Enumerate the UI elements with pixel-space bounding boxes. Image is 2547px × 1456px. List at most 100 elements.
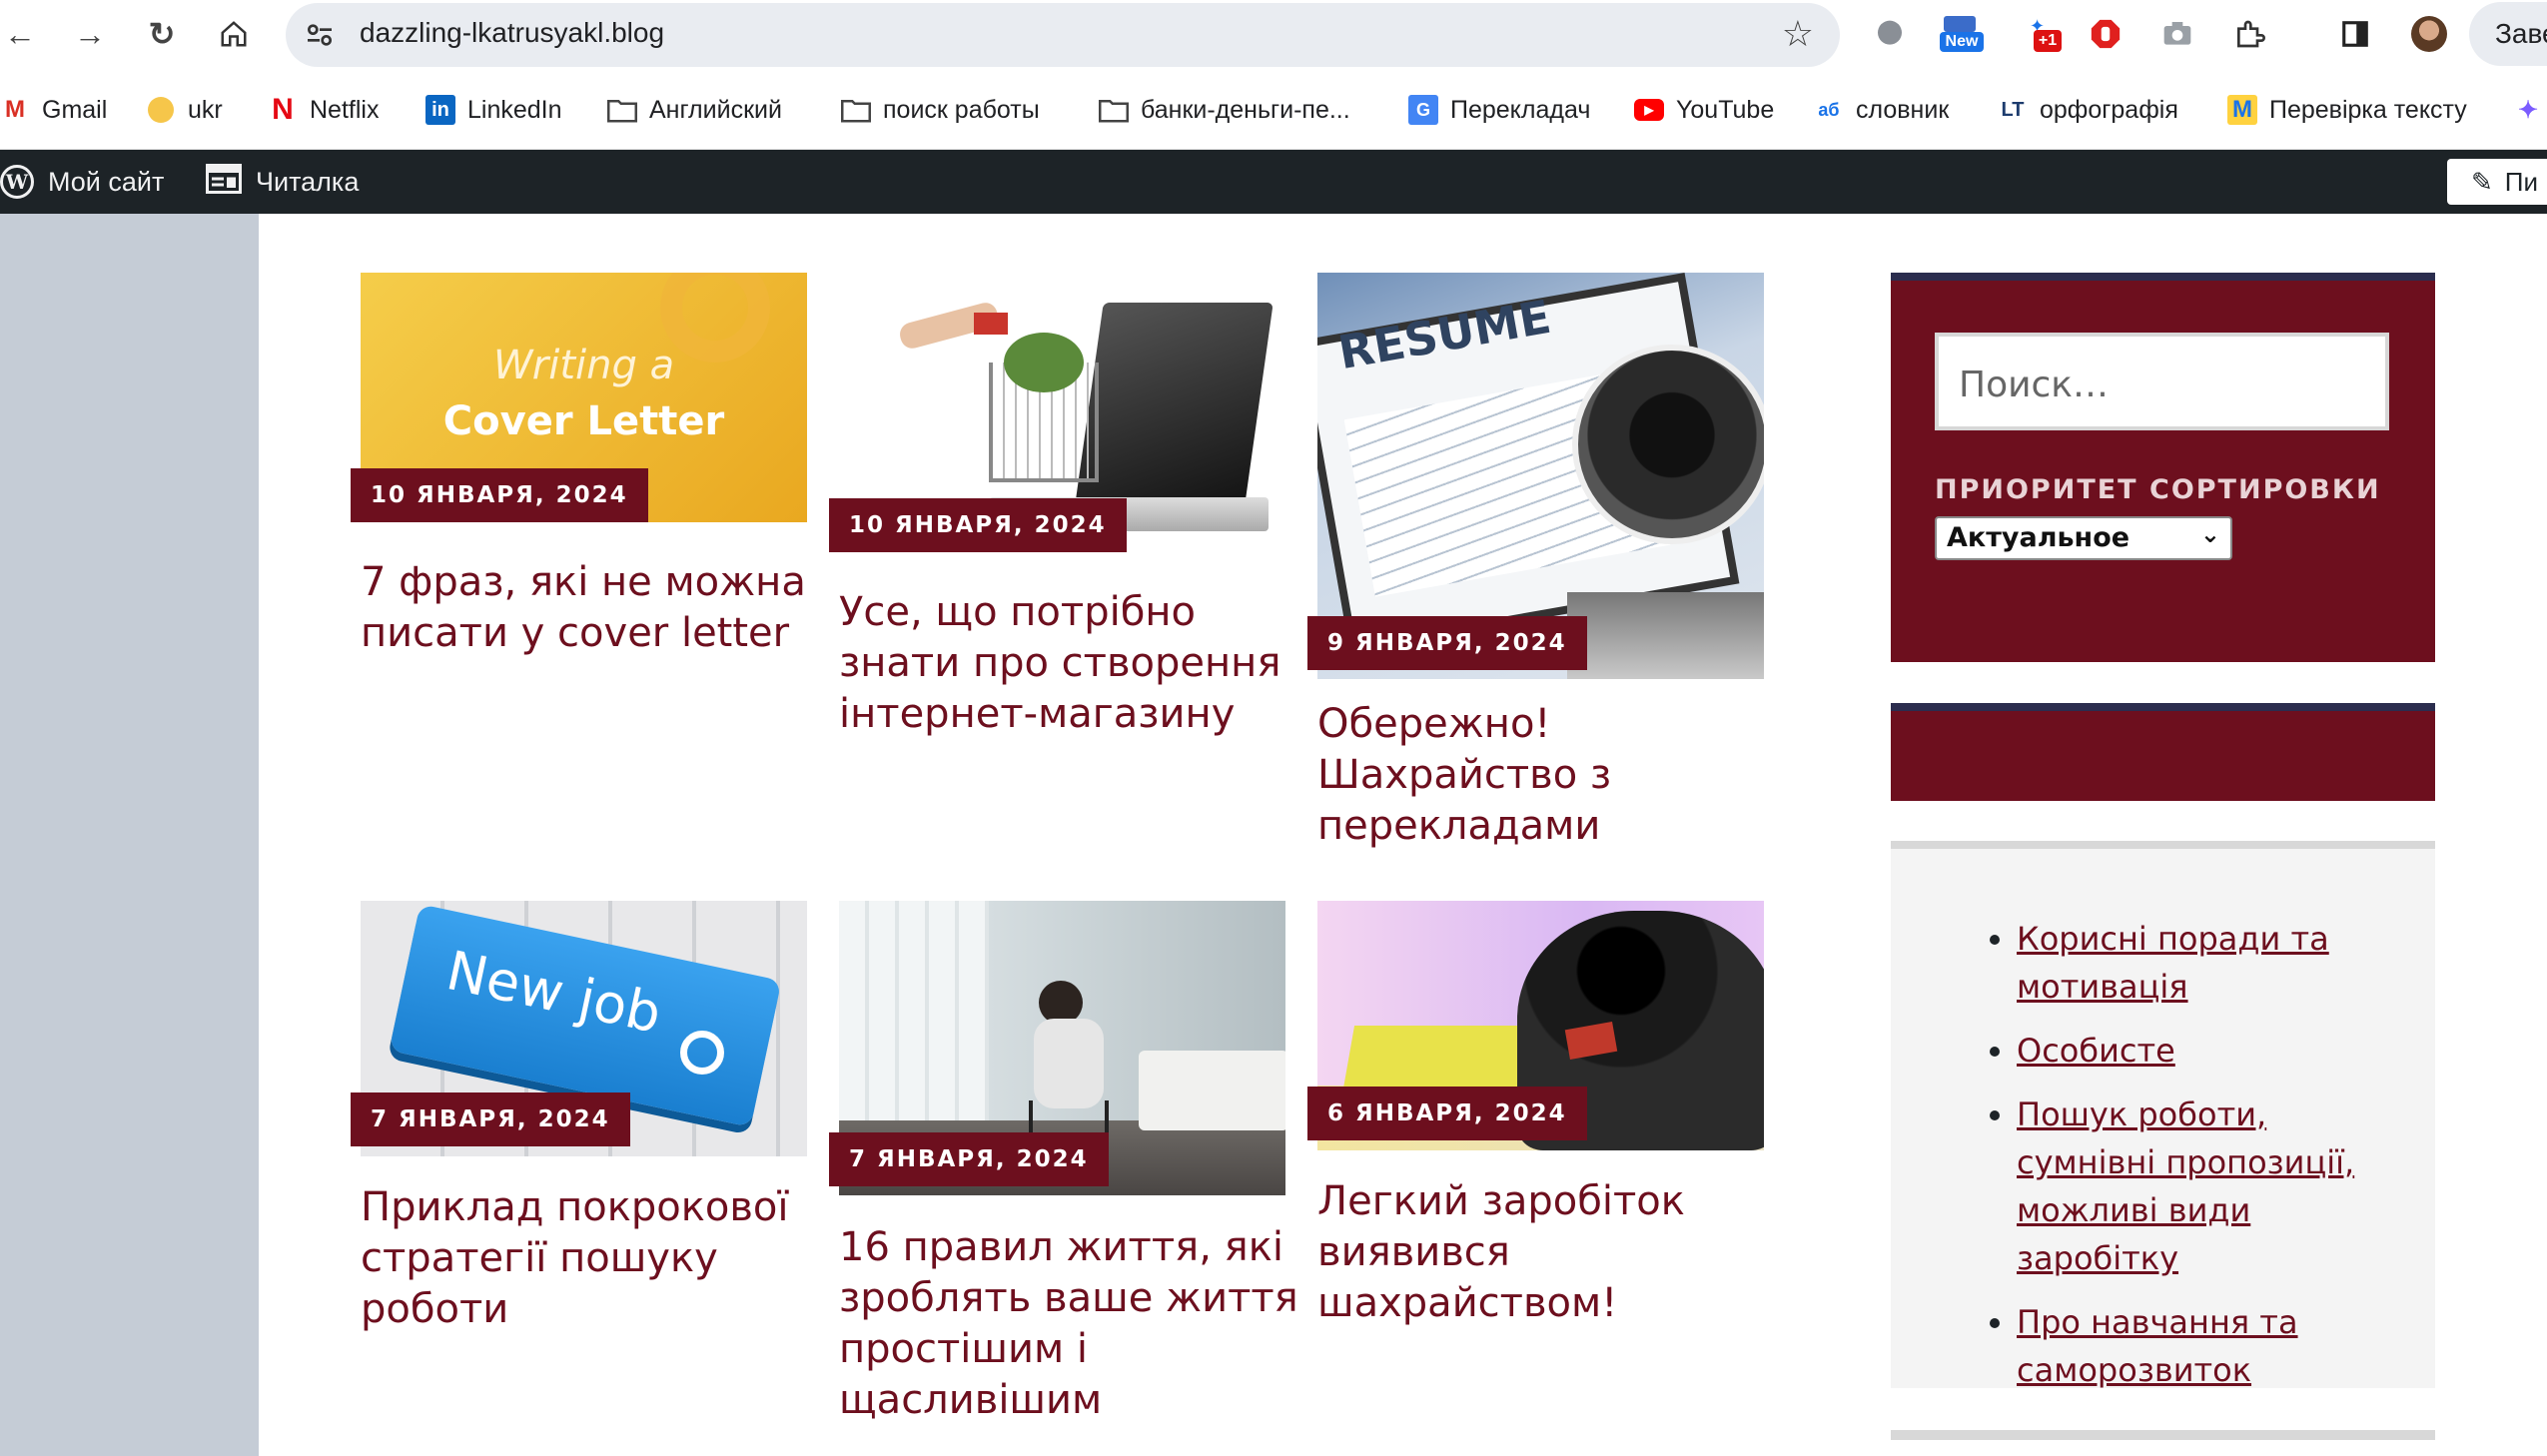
post-title[interactable]: 16 правил життя, які зроблять ваше життя… xyxy=(839,1222,1298,1426)
bookmark-label: поиск работы xyxy=(883,95,1040,124)
text-check-icon: M xyxy=(2227,95,2257,125)
ukr-icon xyxy=(146,95,176,125)
post-title[interactable]: Усе, що потрібно знати про створення інт… xyxy=(839,587,1298,740)
bookmark-label: Перевірка тексту xyxy=(2269,95,2467,124)
folder-icon xyxy=(841,95,871,125)
youtube-icon: ▶ xyxy=(1634,95,1664,125)
bookmark-label: банки-деньги-пе... xyxy=(1141,95,1350,124)
address-bar[interactable]: dazzling-lkatrusyakl.blog ☆ xyxy=(286,3,1840,67)
bookmark-folder-job-search[interactable]: поиск работы xyxy=(841,90,1040,130)
netflix-icon: N xyxy=(272,93,294,126)
categories-widget: Корисні поради та мотивація Особисте Пош… xyxy=(1891,841,2435,1389)
home-icon[interactable] xyxy=(214,14,254,54)
side-panel-icon[interactable] xyxy=(2333,12,2377,56)
folder-icon xyxy=(607,95,637,125)
bookmark-dictionary[interactable]: аб словник xyxy=(1814,90,1949,130)
bookmark-label: Gmail xyxy=(42,95,108,124)
languagetool-icon: LT xyxy=(2001,98,2025,121)
bookmark-text-check[interactable]: M Перевірка тексту xyxy=(2227,90,2467,130)
browser-toolbar: ← → ↻ dazzling-lkatrusyakl.blog ☆ New ✦ … xyxy=(0,0,2547,68)
bookmark-label: Перекладач xyxy=(1450,95,1591,124)
translate-icon: G xyxy=(1408,95,1438,125)
reader-menu[interactable]: Читалка xyxy=(206,150,359,214)
search-widget: Поиск… ПРИОРИТЕТ СОРТИРОВКИ Актуальное ⌄ xyxy=(1891,273,2435,662)
chevron-down-icon: ⌄ xyxy=(2199,520,2220,548)
category-link[interactable]: Корисні поради та мотивація xyxy=(2017,920,2329,1006)
avatar[interactable] xyxy=(2407,12,2451,56)
folder-icon xyxy=(1099,95,1129,125)
category-item: Пошук роботи, сумнівні пропозиції, можли… xyxy=(2017,1091,2372,1282)
widget-divider xyxy=(1891,1430,2435,1440)
category-link[interactable]: Особисте xyxy=(2017,1032,2175,1070)
post-title[interactable]: 7 фраз, які не можна писати у cover lett… xyxy=(361,557,820,659)
sort-select[interactable]: Актуальное ⌄ xyxy=(1935,516,2232,560)
magnifier-icon xyxy=(680,1031,724,1075)
bookmark-more[interactable]: ✦ xyxy=(2513,90,2543,130)
extension-plus-one-icon[interactable]: ✦ +1 xyxy=(2022,12,2066,56)
post-date[interactable]: 9 ЯНВАРЯ, 2024 xyxy=(1307,616,1587,670)
wp-admin-bar: W Мой сайт Читалка ✎ Пи xyxy=(0,150,2547,214)
category-item: Корисні поради та мотивація xyxy=(2017,915,2372,1011)
thumbnail-text: Cover Letter xyxy=(442,398,725,444)
empty-widget xyxy=(1891,703,2435,801)
sort-select-value: Актуальное xyxy=(1947,522,2130,553)
post-date[interactable]: 6 ЯНВАРЯ, 2024 xyxy=(1307,1087,1587,1140)
post-title[interactable]: Легкий заробіток виявився шахрайством! xyxy=(1317,1176,1777,1329)
sparkle-icon: ✦ xyxy=(2517,96,2539,124)
bookmark-linkedin[interactable]: in LinkedIn xyxy=(425,90,562,130)
adblock-icon[interactable] xyxy=(2084,12,2127,56)
bookmark-star-icon[interactable]: ☆ xyxy=(1782,13,1814,55)
bookmark-ukr[interactable]: ukr xyxy=(146,90,223,130)
bookmark-netflix[interactable]: N Netflix xyxy=(268,90,379,130)
bookmark-label: LinkedIn xyxy=(467,95,562,124)
post-title[interactable]: Обережно! Шахрайство з перекладами xyxy=(1317,699,1777,852)
extensions-puzzle-icon[interactable] xyxy=(2227,12,2271,56)
reload-icon[interactable]: ↻ xyxy=(142,14,182,54)
post-date[interactable]: 7 ЯНВАРЯ, 2024 xyxy=(351,1092,630,1146)
post-title[interactable]: Приклад покрокової стратегії пошуку робо… xyxy=(361,1182,820,1335)
write-label: Пи xyxy=(2504,166,2539,197)
bookmark-youtube[interactable]: ▶ YouTube xyxy=(1634,90,1774,130)
wordpress-logo-icon: W xyxy=(0,165,34,199)
bookmark-spelling[interactable]: LT орфографія xyxy=(1998,90,2178,130)
bookmark-label: YouTube xyxy=(1676,95,1775,124)
new-badge: New xyxy=(1940,32,1984,52)
post-date[interactable]: 7 ЯНВАРЯ, 2024 xyxy=(829,1132,1109,1186)
write-button[interactable]: ✎ Пи xyxy=(2447,159,2547,205)
sort-priority-label: ПРИОРИТЕТ СОРТИРОВКИ xyxy=(1935,474,2381,505)
plus-one-badge: +1 xyxy=(2034,30,2062,52)
gmail-icon: M xyxy=(5,96,25,123)
post-date[interactable]: 10 ЯНВАРЯ, 2024 xyxy=(351,468,648,522)
reader-icon xyxy=(206,163,242,201)
bookmark-folder-banks[interactable]: банки-деньги-пе... xyxy=(1099,90,1350,130)
category-item: Про навчання та саморозвиток xyxy=(2017,1298,2372,1394)
back-arrow-icon[interactable]: ← xyxy=(0,14,40,54)
feather-icon: ✎ xyxy=(2471,166,2493,197)
bookmark-translate[interactable]: G Перекладач xyxy=(1408,90,1590,130)
post-date[interactable]: 10 ЯНВАРЯ, 2024 xyxy=(829,498,1127,552)
category-link[interactable]: Пошук роботи, сумнівні пропозиції, можли… xyxy=(2017,1095,2354,1277)
bookmark-folder-english[interactable]: Английский xyxy=(607,90,782,130)
bookmark-label: Английский xyxy=(649,95,782,124)
bookmark-label: ukr xyxy=(188,95,223,124)
reader-label: Читалка xyxy=(256,166,360,197)
bookmark-label: словник xyxy=(1856,95,1950,124)
extension-new-icon[interactable]: New xyxy=(1938,12,1984,56)
forward-arrow-icon[interactable]: → xyxy=(70,14,110,54)
linkedin-icon: in xyxy=(425,95,455,125)
camera-icon[interactable] xyxy=(2155,12,2199,56)
category-item: Особисте xyxy=(2017,1027,2372,1075)
category-list: Корисні поради та мотивація Особисте Пош… xyxy=(1953,915,2372,1410)
bookmark-gmail[interactable]: M Gmail xyxy=(0,90,107,130)
category-link[interactable]: Про навчання та саморозвиток xyxy=(2017,1303,2298,1389)
thumbnail-text: Writing a xyxy=(492,343,675,388)
site-info-icon[interactable] xyxy=(304,19,336,51)
bookmark-label: Netflix xyxy=(310,95,380,124)
url-text[interactable]: dazzling-lkatrusyakl.blog xyxy=(360,17,664,49)
bookmark-label: орфографія xyxy=(2040,95,2178,124)
extension-speech-icon[interactable] xyxy=(1868,12,1912,56)
profile-button[interactable]: Заве xyxy=(2469,2,2547,66)
my-site-label: Мой сайт xyxy=(48,166,165,197)
my-site-menu[interactable]: W Мой сайт xyxy=(0,150,164,214)
search-input[interactable]: Поиск… xyxy=(1935,333,2389,430)
